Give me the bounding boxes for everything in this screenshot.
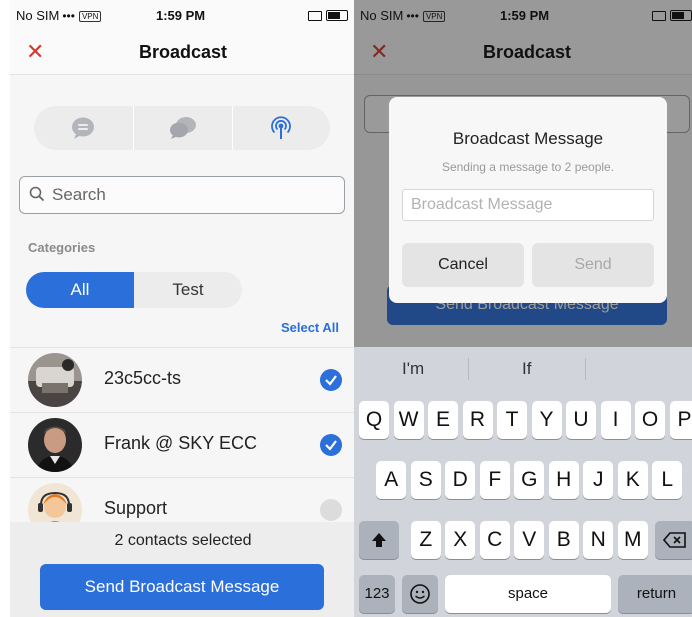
search-icon [29, 186, 45, 202]
return-key[interactable]: return [618, 575, 692, 613]
broadcast-content: Categories All Test Select All 23c5cc-ts… [10, 75, 356, 617]
send-broadcast-button[interactable]: Send Broadcast Message [40, 564, 324, 610]
key-a[interactable]: A [376, 461, 407, 499]
key-y[interactable]: Y [531, 401, 562, 439]
key-u[interactable]: U [566, 401, 596, 439]
search-input[interactable] [52, 183, 332, 207]
category-tab-all[interactable]: All [26, 272, 134, 308]
broadcast-message-field[interactable] [402, 189, 654, 221]
key-h[interactable]: H [548, 461, 579, 499]
key-r[interactable]: R [462, 401, 493, 439]
category-tab-test[interactable]: Test [134, 272, 242, 308]
emoji-key[interactable] [402, 575, 438, 613]
carrier-label: No SIM [16, 8, 60, 23]
key-l[interactable]: L [652, 461, 683, 499]
broadcast-message-input[interactable] [411, 194, 647, 216]
screen-mirror-icon [308, 11, 322, 21]
select-all-link[interactable]: Select All [281, 320, 339, 335]
prediction-bar: I'm If [354, 347, 692, 391]
status-bar: No SIM ••• VPN 1:59 PM [10, 0, 356, 30]
broadcast-dialog: Broadcast Message Sending a message to 2… [389, 97, 667, 303]
contact-name: 23c5cc-ts [104, 368, 182, 388]
selected-count: 2 contacts selected [114, 532, 252, 549]
bottom-bar: 2 contacts selected Send Broadcast Messa… [10, 522, 356, 617]
mode-segmented-control [34, 106, 330, 150]
contact-row[interactable]: 23c5cc-ts [10, 347, 356, 412]
backspace-icon [662, 532, 686, 548]
shift-icon [372, 533, 386, 547]
contact-row[interactable]: Frank @ SKY ECC [10, 412, 356, 477]
contact-name: Frank @ SKY ECC [104, 433, 257, 453]
avatar [28, 353, 82, 407]
key-f[interactable]: F [479, 461, 510, 499]
key-k[interactable]: K [617, 461, 648, 499]
key-m[interactable]: M [617, 521, 648, 559]
key-t[interactable]: T [497, 401, 527, 439]
prediction-item[interactable]: I'm [402, 359, 424, 379]
battery-icon [326, 10, 348, 21]
selected-check-icon[interactable] [320, 434, 342, 456]
key-s[interactable]: S [410, 461, 441, 499]
unselected-check-icon[interactable] [320, 499, 342, 521]
vpn-badge: VPN [78, 11, 102, 22]
dialog-subtitle: Sending a message to 2 people. [441, 160, 615, 174]
wifi-icon: ••• [62, 9, 75, 23]
cancel-button[interactable]: Cancel [402, 243, 524, 287]
categories-label: Categories [28, 240, 96, 255]
status-time: 1:59 PM [156, 8, 206, 23]
left-screen: No SIM•••VPN 1:59 PM ✕ Broadcast Categor… [10, 0, 356, 617]
chat-bubble-icon [72, 117, 94, 139]
key-e[interactable]: E [428, 401, 458, 439]
shift-key[interactable] [359, 521, 399, 559]
group-mode-tab[interactable] [133, 106, 233, 150]
key-x[interactable]: X [445, 521, 476, 559]
key-i[interactable]: I [600, 401, 631, 439]
key-n[interactable]: N [583, 521, 614, 559]
search-field[interactable] [19, 176, 345, 214]
contact-name: Support [104, 498, 168, 518]
key-g[interactable]: G [514, 461, 545, 499]
emoji-icon [410, 584, 430, 604]
category-tabs: All Test [26, 272, 242, 308]
key-j[interactable]: J [583, 461, 614, 499]
page-title: Broadcast [138, 42, 228, 62]
keyboard: I'm If Q W E R T Y U I O P A S D F G H J K L Z X C V B N M 123 spac… [354, 347, 692, 617]
chat-mode-tab[interactable] [34, 106, 132, 150]
space-key[interactable]: space [445, 575, 611, 613]
key-q[interactable]: Q [359, 401, 389, 439]
backspace-key[interactable] [655, 521, 692, 559]
right-screen: No SIM ••• VPN 1:59 PM ✕ Broadcast Send Br… [354, 0, 692, 617]
group-chat-icon [170, 117, 196, 139]
broadcast-mode-tab[interactable] [232, 106, 330, 150]
nav-bar: ✕ Broadcast [10, 30, 356, 75]
key-v[interactable]: V [514, 521, 545, 559]
send-button[interactable]: Send [532, 243, 654, 287]
broadcast-icon [271, 116, 291, 139]
avatar [28, 418, 82, 472]
key-w[interactable]: W [393, 401, 424, 439]
key-c[interactable]: C [479, 521, 510, 559]
numbers-key[interactable]: 123 [359, 575, 395, 613]
prediction-item[interactable]: If [522, 359, 531, 379]
key-z[interactable]: Z [410, 521, 441, 559]
selected-check-icon[interactable] [320, 369, 342, 391]
key-d[interactable]: D [445, 461, 476, 499]
key-o[interactable]: O [635, 401, 665, 439]
dialog-title: Broadcast Message [452, 129, 604, 148]
key-p[interactable]: P [669, 401, 692, 439]
key-b[interactable]: B [548, 521, 579, 559]
